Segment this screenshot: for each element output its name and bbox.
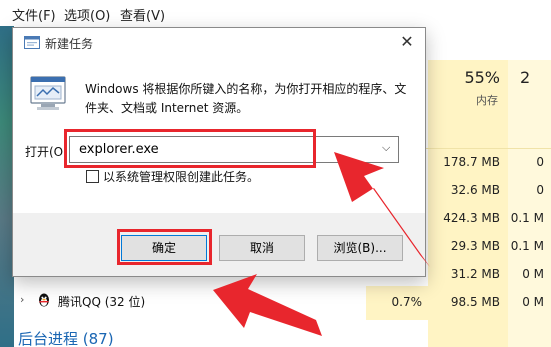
dialog-description: Windows 将根据你所键入的名称，为你打开相应的程序、文件夹、文档或 Int… [85, 82, 407, 115]
memory-cell: 31.2 MB [450, 267, 500, 281]
memory-label: 内存 [476, 94, 498, 107]
dialog-title: 新建任务 [45, 37, 94, 51]
admin-checkbox-label[interactable]: 以系统管理权限创建此任务。 [103, 168, 259, 185]
close-icon[interactable]: ✕ [393, 31, 421, 55]
menubar: 文件(F) 选项(O) 查看(V) [0, 0, 551, 26]
memory-cell: 178.7 MB [443, 155, 500, 169]
browse-button[interactable]: 浏览(B)... [317, 235, 403, 261]
menu-options[interactable]: 选项(O) [64, 5, 110, 24]
disk-cell: 0 [536, 155, 544, 169]
memory-cell: 29.3 MB [450, 239, 500, 253]
menu-view[interactable]: 查看(V) [120, 5, 165, 24]
disk-cell: 0 [536, 183, 544, 197]
chevron-right-icon[interactable]: › [20, 293, 24, 306]
memory-cell: 32.6 MB [450, 183, 500, 197]
disk-cell: 0.1 M [510, 239, 544, 253]
dropdown-caret-icon[interactable]: ⌵ [382, 141, 390, 155]
annotation-box-ok [117, 229, 212, 265]
menu-file[interactable]: 文件(F) [12, 5, 56, 24]
disk-percent[interactable]: 2 [520, 68, 551, 87]
memory-percent[interactable]: 55% [440, 68, 500, 87]
process-name: 腾讯QQ (32 位) [58, 295, 146, 309]
disk-cell: 0 M [522, 295, 544, 309]
cpu-cell: 0.7% [391, 295, 423, 309]
admin-checkbox[interactable] [86, 170, 99, 183]
disk-cell: 0 M [522, 267, 544, 281]
run-dialog-icon [24, 36, 40, 49]
process-row-qq[interactable]: › 腾讯QQ (32 位) [14, 290, 364, 312]
memory-cell: 98.5 MB [450, 295, 500, 309]
annotation-box-input [64, 129, 316, 168]
disk-cell: 0.1 M [510, 211, 544, 225]
qq-penguin-icon [39, 293, 49, 307]
cancel-button[interactable]: 取消 [219, 235, 305, 261]
background-processes-heading[interactable]: 后台进程 (87) [18, 328, 114, 347]
run-program-icon [30, 76, 66, 110]
memory-cell: 424.3 MB [443, 211, 500, 225]
dialog-titlebar[interactable]: 新建任务 ✕ [13, 28, 425, 58]
